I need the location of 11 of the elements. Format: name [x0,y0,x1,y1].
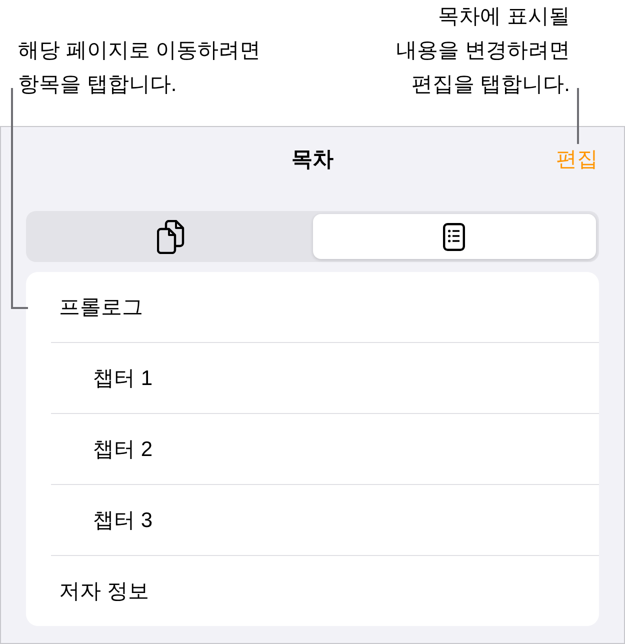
panel-title: 목차 [292,146,334,172]
toc-item[interactable]: 챕터 3 [51,484,599,555]
toc-item[interactable]: 프롤로그 [51,272,599,342]
leader-line [577,88,579,144]
list-icon [443,222,466,250]
documents-icon [156,220,185,254]
toc-item[interactable]: 저자 정보 [51,555,599,626]
callout-text: 해당 페이지로 이동하려면 항목을 탭합니다. [18,38,261,98]
toc-item[interactable]: 챕터 2 [51,413,599,484]
callout-text: 목차에 표시될 내용을 변경하려면 편집을 탭합니다. [396,4,570,98]
toc-item[interactable]: 챕터 1 [51,342,599,413]
